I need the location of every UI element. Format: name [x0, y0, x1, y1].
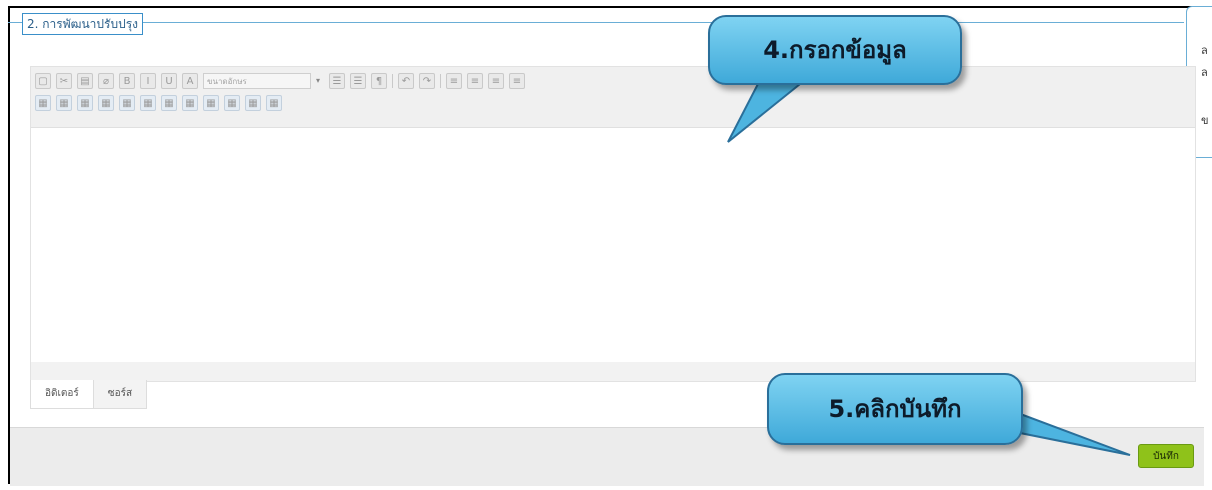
- align-left-icon[interactable]: ≡: [446, 73, 462, 89]
- align-center-icon[interactable]: ≡: [467, 73, 483, 89]
- tab-editor[interactable]: อิดิเตอร์: [30, 380, 94, 409]
- font-color-icon[interactable]: A: [182, 73, 198, 89]
- bold-icon[interactable]: B: [119, 73, 135, 89]
- editor-mode-tabs: อิดิเตอร์ ซอร์ส: [30, 380, 148, 410]
- rich-text-editor: ▢ ✂ ▤ ⌀ B I U A ขนาดอักษร ▾ ☰ ☰ ¶ ↶ ↷ ≡ ≡ ≡ ≡ ▦ ▦ ▦ ▦ ▦ ▦ ▦ ▦ ▦ ▦ ▦ ▦: [30, 66, 1196, 382]
- align-justify-icon[interactable]: ≡: [509, 73, 525, 89]
- table-grid-icon[interactable]: ▦: [245, 95, 261, 111]
- paragraph-icon[interactable]: ¶: [371, 73, 387, 89]
- align-right-icon[interactable]: ≡: [488, 73, 504, 89]
- insert-row-icon[interactable]: ▦: [77, 95, 93, 111]
- table-properties-icon[interactable]: ▦: [56, 95, 72, 111]
- chevron-down-icon[interactable]: ▾: [316, 73, 324, 89]
- toolbar-separator: [440, 74, 441, 88]
- ordered-list-icon[interactable]: ☰: [329, 73, 345, 89]
- callout-step-5: 5.คลิกบันทึก: [767, 373, 1023, 445]
- editor-content-area[interactable]: [31, 127, 1195, 362]
- tab-source[interactable]: ซอร์ส: [93, 380, 148, 409]
- font-size-select[interactable]: ขนาดอักษร: [203, 73, 311, 89]
- section-legend: 2. การพัฒนาปรับปรุง: [22, 13, 144, 35]
- delete-column-icon[interactable]: ▦: [140, 95, 156, 111]
- unordered-list-icon[interactable]: ☰: [350, 73, 366, 89]
- editor-toolbar: ▢ ✂ ▤ ⌀ B I U A ขนาดอักษร ▾ ☰ ☰ ¶ ↶ ↷ ≡ ≡ ≡ ≡ ▦ ▦ ▦ ▦ ▦ ▦ ▦ ▦ ▦ ▦ ▦ ▦: [31, 67, 1195, 127]
- insert-column-icon[interactable]: ▦: [98, 95, 114, 111]
- side-panel-char-1: ล: [1201, 44, 1208, 57]
- side-panel-char-2: ล: [1201, 66, 1208, 79]
- toolbar-separator: [392, 74, 393, 88]
- merge-cells-icon[interactable]: ▦: [161, 95, 177, 111]
- redo-icon[interactable]: ↷: [419, 73, 435, 89]
- cut-icon[interactable]: ✂: [56, 73, 72, 89]
- delete-row-icon[interactable]: ▦: [119, 95, 135, 111]
- new-document-icon[interactable]: ▢: [35, 73, 51, 89]
- fieldset-border: [8, 22, 1184, 23]
- side-panel-char-3: ข: [1201, 114, 1209, 127]
- callout-step-4: 4.กรอกข้อมูล: [708, 15, 962, 85]
- undo-icon[interactable]: ↶: [398, 73, 414, 89]
- split-cells-icon[interactable]: ▦: [182, 95, 198, 111]
- eraser-icon[interactable]: ⌀: [98, 73, 114, 89]
- paste-icon[interactable]: ▤: [77, 73, 93, 89]
- footer-bar: [10, 427, 1204, 486]
- italic-icon[interactable]: I: [140, 73, 156, 89]
- table-delete-icon[interactable]: ▦: [266, 95, 282, 111]
- table-borders-icon[interactable]: ▦: [224, 95, 240, 111]
- save-button[interactable]: บันทึก: [1138, 444, 1194, 468]
- toolbar-row-1: ▢ ✂ ▤ ⌀ B I U A ขนาดอักษร ▾ ☰ ☰ ¶ ↶ ↷ ≡ ≡ ≡ ≡: [35, 72, 530, 90]
- cell-color-icon[interactable]: ▦: [203, 95, 219, 111]
- underline-icon[interactable]: U: [161, 73, 177, 89]
- insert-table-icon[interactable]: ▦: [35, 95, 51, 111]
- toolbar-row-2: ▦ ▦ ▦ ▦ ▦ ▦ ▦ ▦ ▦ ▦ ▦ ▦: [35, 94, 287, 112]
